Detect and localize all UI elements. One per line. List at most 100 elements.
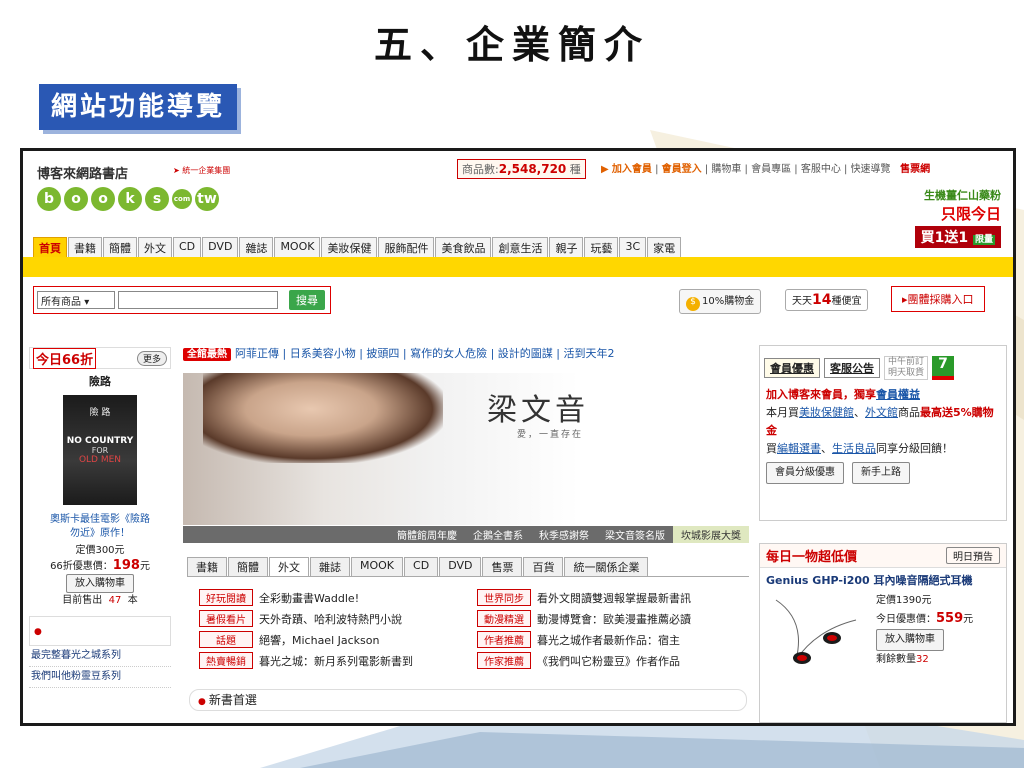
tomorrow-preview-button[interactable]: 明日預告 [946, 547, 1000, 564]
cover-title: 險 路 [89, 408, 111, 418]
link-member-area[interactable]: 會員專區 [751, 164, 791, 175]
member-rights-link[interactable]: 會員權益 [876, 388, 920, 401]
feature-item[interactable]: 熱賣暢銷 暮光之城：新月系列電影新書到 [199, 652, 477, 669]
link-service[interactable]: 客服中心 [801, 164, 841, 175]
life-goods-link[interactable]: 生活良品 [832, 442, 876, 455]
list-item[interactable]: 我們叫他粉靈豆系列 [29, 667, 171, 688]
feature-item[interactable]: 話題 絕響，Michael Jackson [199, 631, 477, 648]
feature-item[interactable]: 作者推薦 暮光之城作者最新作品：宿主 [477, 631, 755, 648]
beauty-link[interactable]: 美妝保健館 [799, 406, 854, 419]
product-tab[interactable]: 統一關係企業 [564, 557, 649, 576]
discount-label: 66折優惠價： [50, 561, 113, 572]
list-item[interactable]: 最完整暮光之城系列 [29, 646, 171, 667]
hot-news-links[interactable]: 阿菲正傳 | 日系美容小物 | 披頭四 | 寫作的女人危險 | 設計的圖謀 | … [235, 347, 615, 360]
left-promo-box: ● [29, 616, 171, 646]
product-tab[interactable]: 雜誌 [310, 557, 350, 576]
tab-member-offers[interactable]: 會員優惠 [764, 358, 820, 378]
tab-magazine[interactable]: 雜誌 [239, 237, 274, 257]
feature-tag: 好玩閱讀 [199, 589, 253, 606]
link-join-member[interactable]: 加入會員 [612, 164, 652, 175]
tab-cd[interactable]: CD [173, 237, 202, 257]
daily-number: 14 [812, 292, 832, 308]
banner-tab[interactable]: 簡體館周年慶 [389, 526, 465, 543]
daily-deals-button[interactable]: 天天14種便宜 [785, 289, 869, 311]
group-buy-button[interactable]: ▸團體採購入口 [891, 286, 985, 312]
tab-apparel[interactable]: 服飾配件 [378, 237, 435, 257]
tab-service-notice[interactable]: 客服公告 [824, 358, 880, 378]
more-button[interactable]: 更多 [136, 350, 167, 366]
tab-mook[interactable]: MOOK [274, 237, 321, 257]
banner-tab[interactable]: 梁文音簽名版 [597, 526, 673, 543]
feature-tag: 動漫精選 [477, 610, 531, 627]
link-quick-guide[interactable]: 快速導覽 [851, 164, 891, 175]
banner-tab-active[interactable]: 坎城影展大獎 [673, 526, 749, 543]
tab-simplified[interactable]: 簡體 [103, 237, 137, 257]
product-tab[interactable]: 售票 [482, 557, 523, 576]
feature-item[interactable]: 好玩閱讀 全彩動畫書Waddle! [199, 589, 477, 606]
search-category-select[interactable]: 所有商品 ▾ [37, 291, 115, 309]
tab-lifestyle[interactable]: 創意生活 [492, 237, 549, 257]
deal-add-to-cart-button[interactable]: 放入購物車 [876, 629, 944, 651]
deal-today-price: 今日優惠價：559元 [876, 610, 973, 629]
feature-item[interactable]: 作家推薦 《我們叫它粉靈豆》作者作品 [477, 652, 755, 669]
banner-tab[interactable]: 秋季感謝祭 [531, 526, 597, 543]
tab-beauty[interactable]: 美妝保健 [321, 237, 378, 257]
table-row: 暑假看片 天外奇蹟、哈利波特熱門小說 動漫精選 動漫博覽會：歐美漫畫推薦必讀 [199, 608, 759, 629]
book-title[interactable]: 險路 [29, 373, 171, 389]
promo-ad[interactable]: 生機薑仁山藥粉 只限今日 買1送1 限量 [861, 187, 1001, 248]
feature-item[interactable]: 動漫精選 動漫博覽會：歐美漫畫推薦必讀 [477, 610, 755, 627]
brand-name[interactable]: 博客來網路書店 [37, 163, 128, 182]
tab-appliances[interactable]: 家電 [647, 237, 682, 257]
search-button[interactable]: 搜尋 [289, 290, 325, 310]
foreign-link[interactable]: 外文館 [865, 406, 898, 419]
product-tab[interactable]: MOOK [351, 557, 404, 576]
search-input[interactable] [118, 291, 278, 309]
product-tab[interactable]: 書籍 [187, 557, 227, 576]
feature-item[interactable]: 世界同步 看外文閱讀雙週報掌握最新書訊 [477, 589, 755, 606]
tab-books[interactable]: 書籍 [68, 237, 102, 257]
product-tab[interactable]: CD [404, 557, 439, 576]
tab-kids[interactable]: 親子 [549, 237, 584, 257]
sold-unit: 本 [127, 595, 138, 606]
tab-toys[interactable]: 玩藝 [584, 237, 619, 257]
product-tab[interactable]: 簡體 [228, 557, 268, 576]
link-member-login[interactable]: 會員登入 [662, 164, 702, 175]
add-to-cart-button[interactable]: 放入購物車 [66, 574, 134, 593]
sold-value: 47 [108, 595, 122, 606]
tab-foreign[interactable]: 外文 [138, 237, 172, 257]
link-cart[interactable]: 購物車 [711, 164, 741, 175]
deal-list-price: 定價1390元 [876, 595, 932, 606]
earphones-image[interactable] [766, 590, 866, 680]
chevron-down-icon: ▾ [84, 297, 90, 308]
slide-title: 五、企業簡介 [373, 22, 650, 67]
banner-tab[interactable]: 企鵝全書系 [465, 526, 531, 543]
sold-prefix: 目前售出 [62, 595, 103, 606]
tab-home[interactable]: 首頁 [33, 237, 67, 257]
book-description[interactable]: 奧斯卡最佳電影《險路 勿近》原作！ [29, 513, 171, 541]
member-tabs: 會員優惠 客服公告 中午前訂 明天取貨 7 [760, 346, 1006, 380]
daily-prefix: 天天 [792, 296, 812, 307]
main-banner[interactable]: 梁文音 愛，一直存在 [183, 373, 749, 525]
product-count-label: 商品數: [462, 163, 499, 176]
today-discount-title: 今日66折 [33, 347, 97, 369]
feature-tag: 作家推薦 [477, 652, 531, 669]
tab-3c[interactable]: 3C [619, 237, 647, 257]
tab-food[interactable]: 美食飲品 [435, 237, 492, 257]
books-logo[interactable]: b o o k s com tw [37, 187, 219, 211]
deal-product-name[interactable]: Genius GHP-i200 耳內噪音隔絕式耳機 [760, 568, 1006, 588]
pickup-note-line2: 明天取貨 [888, 368, 925, 378]
deal-price-info: 定價1390元 今日優惠價：559元 放入購物車 剩餘數量32 [876, 592, 973, 669]
tab-dvd[interactable]: DVD [202, 237, 239, 257]
product-tab[interactable]: DVD [439, 557, 482, 576]
member-tier-button[interactable]: 會員分級優惠 [766, 462, 844, 484]
product-tab-active[interactable]: 外文 [269, 557, 309, 576]
feature-item[interactable]: 暑假看片 天外奇蹟、哈利波特熱門小說 [199, 610, 477, 627]
book-cover[interactable]: 險 路 NO COUNTRY FOR OLD MEN [63, 395, 137, 505]
editor-pick-link[interactable]: 編輯選書 [777, 442, 821, 455]
new-books-header[interactable]: ● 新書首選 [189, 689, 747, 711]
cashback-button[interactable]: $10%購物金 [679, 289, 762, 314]
link-tickets[interactable]: 售票網 [900, 164, 930, 175]
newbie-guide-button[interactable]: 新手上路 [852, 462, 910, 484]
cover-line2: NO COUNTRY [66, 436, 134, 446]
product-tab[interactable]: 百貨 [523, 557, 564, 576]
